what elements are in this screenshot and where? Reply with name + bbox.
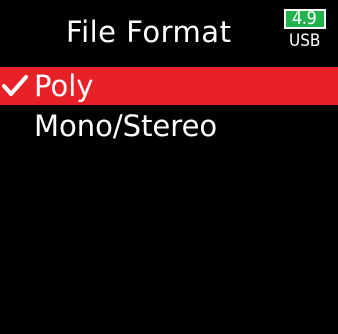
header-bar: File Format 4.9 USB — [0, 0, 338, 66]
device-screen: File Format 4.9 USB Poly Mono/Stereo — [0, 0, 338, 334]
file-format-menu: Poly Mono/Stereo — [0, 67, 338, 147]
check-icon — [1, 73, 29, 99]
menu-item-mono-stereo[interactable]: Mono/Stereo — [0, 107, 338, 145]
menu-item-label: Mono/Stereo — [34, 109, 218, 143]
menu-item-poly[interactable]: Poly — [0, 67, 338, 105]
battery-level-box: 4.9 — [284, 9, 326, 29]
screen-title: File Format — [66, 15, 232, 49]
battery-voltage: 4.9 — [292, 8, 317, 29]
menu-item-label: Poly — [34, 69, 94, 103]
battery-indicator: 4.9 USB — [284, 9, 338, 55]
power-source-label: USB — [289, 31, 321, 51]
